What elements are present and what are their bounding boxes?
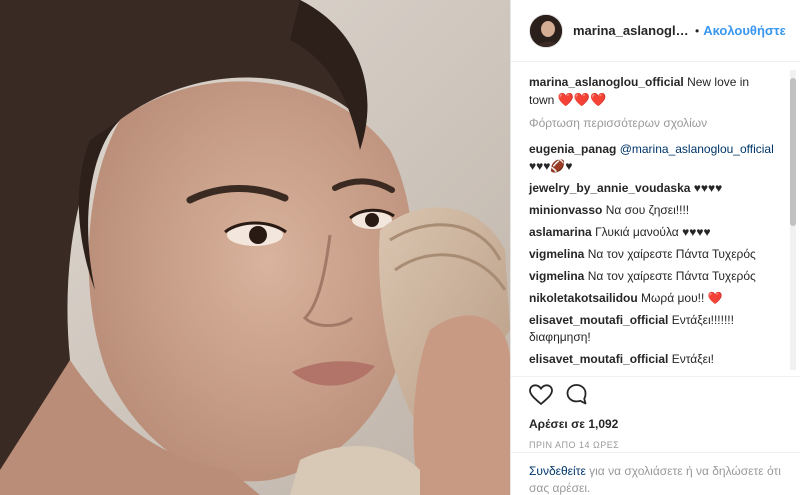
header-separator: • [695,23,700,38]
side-panel: marina_aslanoglou... • Ακολουθήστε marin… [510,0,800,495]
comment-text: Να σου ζησει!!!! [605,203,690,217]
comment-text: Γλυκιά μανούλα ♥♥♥♥ [595,225,711,239]
comment-username[interactable]: elisavet_moutafi_official [529,313,668,327]
comment-text: Εντάξει! [671,352,714,366]
comment-item: nikoletakotsailidou Μωρά μου!! ❤️ [529,290,777,307]
post-timestamp: ΠΡΙΝ ΑΠΟ 14 ΩΡΕΣ [529,440,620,450]
caption-hearts: ❤️❤️❤️ [557,92,607,107]
comment-item: elisavet_moutafi_official Εντάξει! [529,351,777,368]
post-photo[interactable] [0,0,510,495]
post-viewer: marina_aslanoglou... • Ακολουθήστε marin… [0,0,800,495]
avatar-image [530,14,562,47]
action-icons [529,383,783,411]
comment-text: Μωρά μου!! ❤️ [641,291,723,305]
author-avatar[interactable] [529,13,563,48]
comment-username[interactable]: elisavet_moutafi_official [529,352,668,366]
caption-username[interactable]: marina_aslanoglou_official [529,75,684,89]
comment-username[interactable]: nikoletakotsailidou [529,291,638,305]
author-username[interactable]: marina_aslanoglou... [573,23,691,38]
comment-item: elisavet_moutafi_official Εντάξει!!!!!!!… [529,312,777,346]
comment-username[interactable]: jewelry_by_annie_voudaska [529,181,690,195]
comment-item: aslamarina Γλυκιά μανούλα ♥♥♥♥ [529,224,777,241]
comment-item: eugenia_panag @marina_aslanoglou_officia… [529,141,777,175]
comment-username[interactable]: eugenia_panag [529,142,616,156]
comment-text: Να τον χαίρεστε Πάντα Τυχερός [587,247,756,261]
comment-item: vigmelina Να τον χαίρεστε Πάντα Τυχερός [529,246,777,263]
photo-illustration [0,0,510,495]
login-link[interactable]: Συνδεθείτε [529,464,586,478]
likes-count[interactable]: Αρέσει σε 1,092 [529,417,783,431]
post-header: marina_aslanoglou... • Ακολουθήστε [511,0,800,62]
login-prompt: Συνδεθείτε για να σχολιάσετε ή να δηλώσε… [511,452,800,495]
caption: marina_aslanoglou_official New love in t… [529,74,777,109]
comment-username[interactable]: minionvasso [529,203,602,217]
comment-username[interactable]: vigmelina [529,247,584,261]
comment-text: Να τον χαίρεστε Πάντα Τυχερός [587,269,756,283]
comment-item: vigmelina Να τον χαίρεστε Πάντα Τυχερός [529,268,777,285]
comment-text: ♥♥♥🏈♥ [529,159,573,173]
comment-username[interactable]: vigmelina [529,269,584,283]
comment-text: ♥♥♥♥ [693,181,723,195]
follow-button[interactable]: Ακολουθήστε [703,23,786,38]
comments-list[interactable]: marina_aslanoglou_official New love in t… [511,62,800,376]
scrollbar-thumb[interactable] [790,78,796,226]
comment-username[interactable]: aslamarina [529,225,592,239]
comment-bubble-icon[interactable] [565,383,588,411]
comment-item: minionvasso Να σου ζησει!!!! [529,202,777,219]
comment-mention[interactable]: @marina_aslanoglou_official [620,142,774,156]
comment-item: jewelry_by_annie_voudaska ♥♥♥♥ [529,180,777,197]
load-more-comments[interactable]: Φόρτωση περισσότερων σχολίων [529,115,777,132]
comments-scrollbar[interactable] [790,70,796,370]
heart-outline-icon[interactable] [529,383,553,411]
